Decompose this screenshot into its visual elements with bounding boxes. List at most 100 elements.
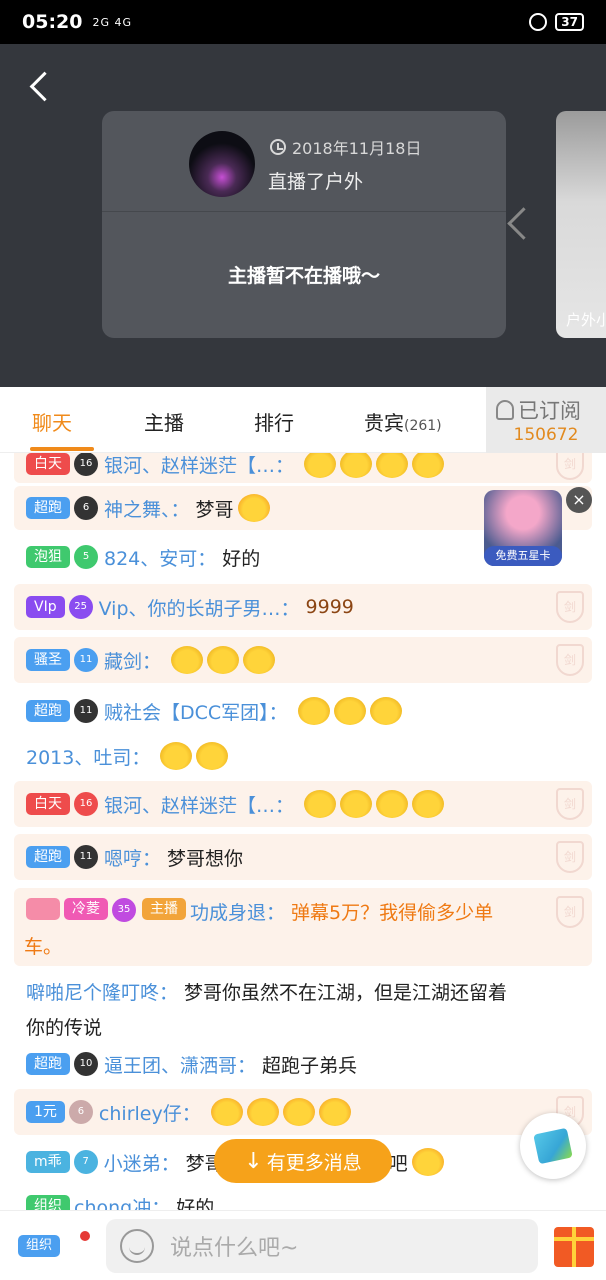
- clock-icon: [270, 139, 286, 155]
- user-badge: 超跑: [26, 1053, 70, 1075]
- user-badge: 超跑: [26, 846, 70, 868]
- chat-input[interactable]: 说点什么吧~: [106, 1219, 538, 1273]
- chat-row-highlight: 冷菱 35 主播 功成身退： 弹幕5万？我得偷多少单 车。 剑: [14, 888, 592, 966]
- username[interactable]: 噼啪尼个隆叮咚：: [26, 978, 178, 1005]
- anchor-tag: 主播: [142, 898, 186, 920]
- level-badge: 10: [74, 1052, 98, 1076]
- arrow-down-icon: ↓: [244, 1148, 263, 1174]
- tab-bar: 聊天 主播 排行 贵宾(261) 已订阅 150672: [0, 387, 606, 453]
- user-badge: 1元: [26, 1101, 65, 1123]
- status-bar: 05:20 2G 4G 37: [0, 0, 606, 44]
- notification-dot: [80, 1231, 90, 1241]
- username[interactable]: 藏剑：: [104, 647, 161, 674]
- gift-box-button[interactable]: [520, 1113, 586, 1179]
- back-arrow-icon[interactable]: [22, 64, 62, 108]
- emoji-icon: [243, 646, 276, 674]
- username[interactable]: Vip、你的长胡子男…：: [99, 594, 300, 621]
- shield-icon: 剑: [556, 591, 584, 623]
- lock-icon: [529, 13, 548, 31]
- username[interactable]: 小迷弟：: [104, 1149, 180, 1176]
- broadcast-text: 直播了户外: [268, 171, 364, 193]
- tab-anchor[interactable]: 主播: [144, 407, 184, 436]
- user-badge: 白天: [26, 453, 70, 475]
- user-badge: 超跑: [26, 700, 70, 722]
- chat-row: 白天 16 银河、赵样迷茫【…： 剑: [14, 453, 592, 483]
- bottom-bar: 组织 说点什么吧~: [0, 1210, 606, 1280]
- shield-icon: 剑: [556, 896, 584, 928]
- level-badge: 11: [74, 845, 98, 869]
- chat-row: 超跑 11 嗯哼： 梦哥想你 剑: [14, 834, 592, 880]
- side-card-label: 户外小: [566, 311, 606, 329]
- smiley-icon[interactable]: [120, 1229, 154, 1263]
- emoji-icon: [412, 453, 445, 478]
- chat-row: 2013、吐司：: [14, 735, 592, 777]
- card-divider: [102, 211, 506, 212]
- chat-row: 骚圣 11 藏剑： 剑: [14, 637, 592, 683]
- emoji-icon: [237, 494, 270, 522]
- tab-vip[interactable]: 贵宾(261): [364, 407, 442, 436]
- tab-chat[interactable]: 聊天: [32, 407, 72, 436]
- level-badge: 11: [74, 648, 98, 672]
- chat-list[interactable]: 白天 16 银河、赵样迷茫【…： 剑 超跑 6 神之舞、： 梦哥 泡狙 5 82…: [0, 453, 606, 1210]
- emoji-icon: [210, 1098, 243, 1126]
- username[interactable]: 824、安可：: [104, 544, 216, 571]
- avatar[interactable]: [189, 131, 255, 197]
- chat-row: 白天 16 银河、赵样迷茫【…： 剑: [14, 781, 592, 827]
- emoji-icon: [160, 742, 193, 770]
- emoji-icon: [369, 697, 402, 725]
- message: 好的: [222, 547, 261, 570]
- signal-indicator: 2G 4G: [92, 15, 133, 29]
- tab-rank[interactable]: 排行: [254, 407, 294, 436]
- message: 好的: [176, 1196, 215, 1211]
- bell-icon: [496, 400, 514, 420]
- offline-text: 主播暂不在播哦～: [227, 265, 380, 287]
- user-badge: VIp: [26, 596, 65, 618]
- level-badge: 7: [73, 1150, 98, 1174]
- subscribe-count: 150672: [513, 425, 579, 445]
- username[interactable]: 嗯哼：: [104, 844, 161, 871]
- chat-row: 噼啪尼个隆叮咚： 梦哥你虽然不在江湖，但是江湖还留着 你的传说: [14, 972, 592, 1042]
- level-badge: 6: [68, 1100, 93, 1124]
- chat-row: VIp 25 Vip、你的长胡子男…： 9999 剑: [14, 584, 592, 630]
- live-card[interactable]: 2018年11月18日 直播了户外 主播暂不在播哦～: [102, 111, 506, 338]
- user-badge: 白天: [26, 793, 70, 815]
- emoji-icon: [333, 697, 366, 725]
- emoji-icon: [412, 790, 445, 818]
- emoji-icon: [196, 742, 229, 770]
- user-badge: 组织: [26, 1195, 70, 1210]
- username[interactable]: 银河、赵样迷茫【…：: [104, 453, 294, 478]
- emoji-icon: [304, 453, 337, 478]
- message: 超跑子弟兵: [262, 1054, 358, 1077]
- message: 弹幕5万？我得偷多少单: [291, 902, 494, 924]
- username[interactable]: chirley仔：: [99, 1099, 201, 1126]
- message: 梦哥你虽然不在江湖，但是江湖还留着: [184, 982, 508, 1004]
- username[interactable]: 2013、吐司：: [26, 743, 150, 770]
- chevron-left-icon[interactable]: [504, 204, 526, 244]
- subscribe-button[interactable]: 已订阅 150672: [486, 387, 606, 453]
- emoji-icon: [340, 453, 373, 478]
- emoji-icon: [207, 646, 240, 674]
- username[interactable]: 逼王团、潇洒哥：: [104, 1051, 256, 1078]
- close-icon[interactable]: ×: [566, 487, 592, 513]
- status-time: 05:20: [22, 11, 83, 33]
- chat-row: 1元 6 chirley仔： 剑: [14, 1089, 592, 1135]
- gift-icon[interactable]: [554, 1227, 594, 1267]
- emoji-icon: [304, 790, 337, 818]
- more-messages-label: 有更多消息: [266, 1151, 362, 1174]
- side-card[interactable]: 户外小: [556, 111, 606, 338]
- shield-icon: 剑: [556, 788, 584, 820]
- username[interactable]: chong冲：: [74, 1193, 170, 1211]
- emoji-icon: [246, 1098, 279, 1126]
- username[interactable]: 神之舞、：: [104, 495, 190, 522]
- username[interactable]: 银河、赵样迷茫【…：: [104, 791, 294, 818]
- username[interactable]: 功成身退：: [190, 898, 285, 925]
- shield-icon: 剑: [556, 453, 584, 480]
- more-messages-button[interactable]: ↓ 有更多消息: [214, 1139, 392, 1183]
- emoji-icon: [297, 697, 330, 725]
- promo-banner[interactable]: 免费五星卡: [484, 490, 562, 566]
- broadcast-date: 2018年11月18日: [270, 135, 421, 159]
- org-badge[interactable]: 组织: [18, 1235, 61, 1257]
- username[interactable]: 贼社会【DCC军团】：: [104, 698, 288, 725]
- level-badge: 16: [74, 792, 98, 816]
- guard-badge-icon: [26, 898, 60, 920]
